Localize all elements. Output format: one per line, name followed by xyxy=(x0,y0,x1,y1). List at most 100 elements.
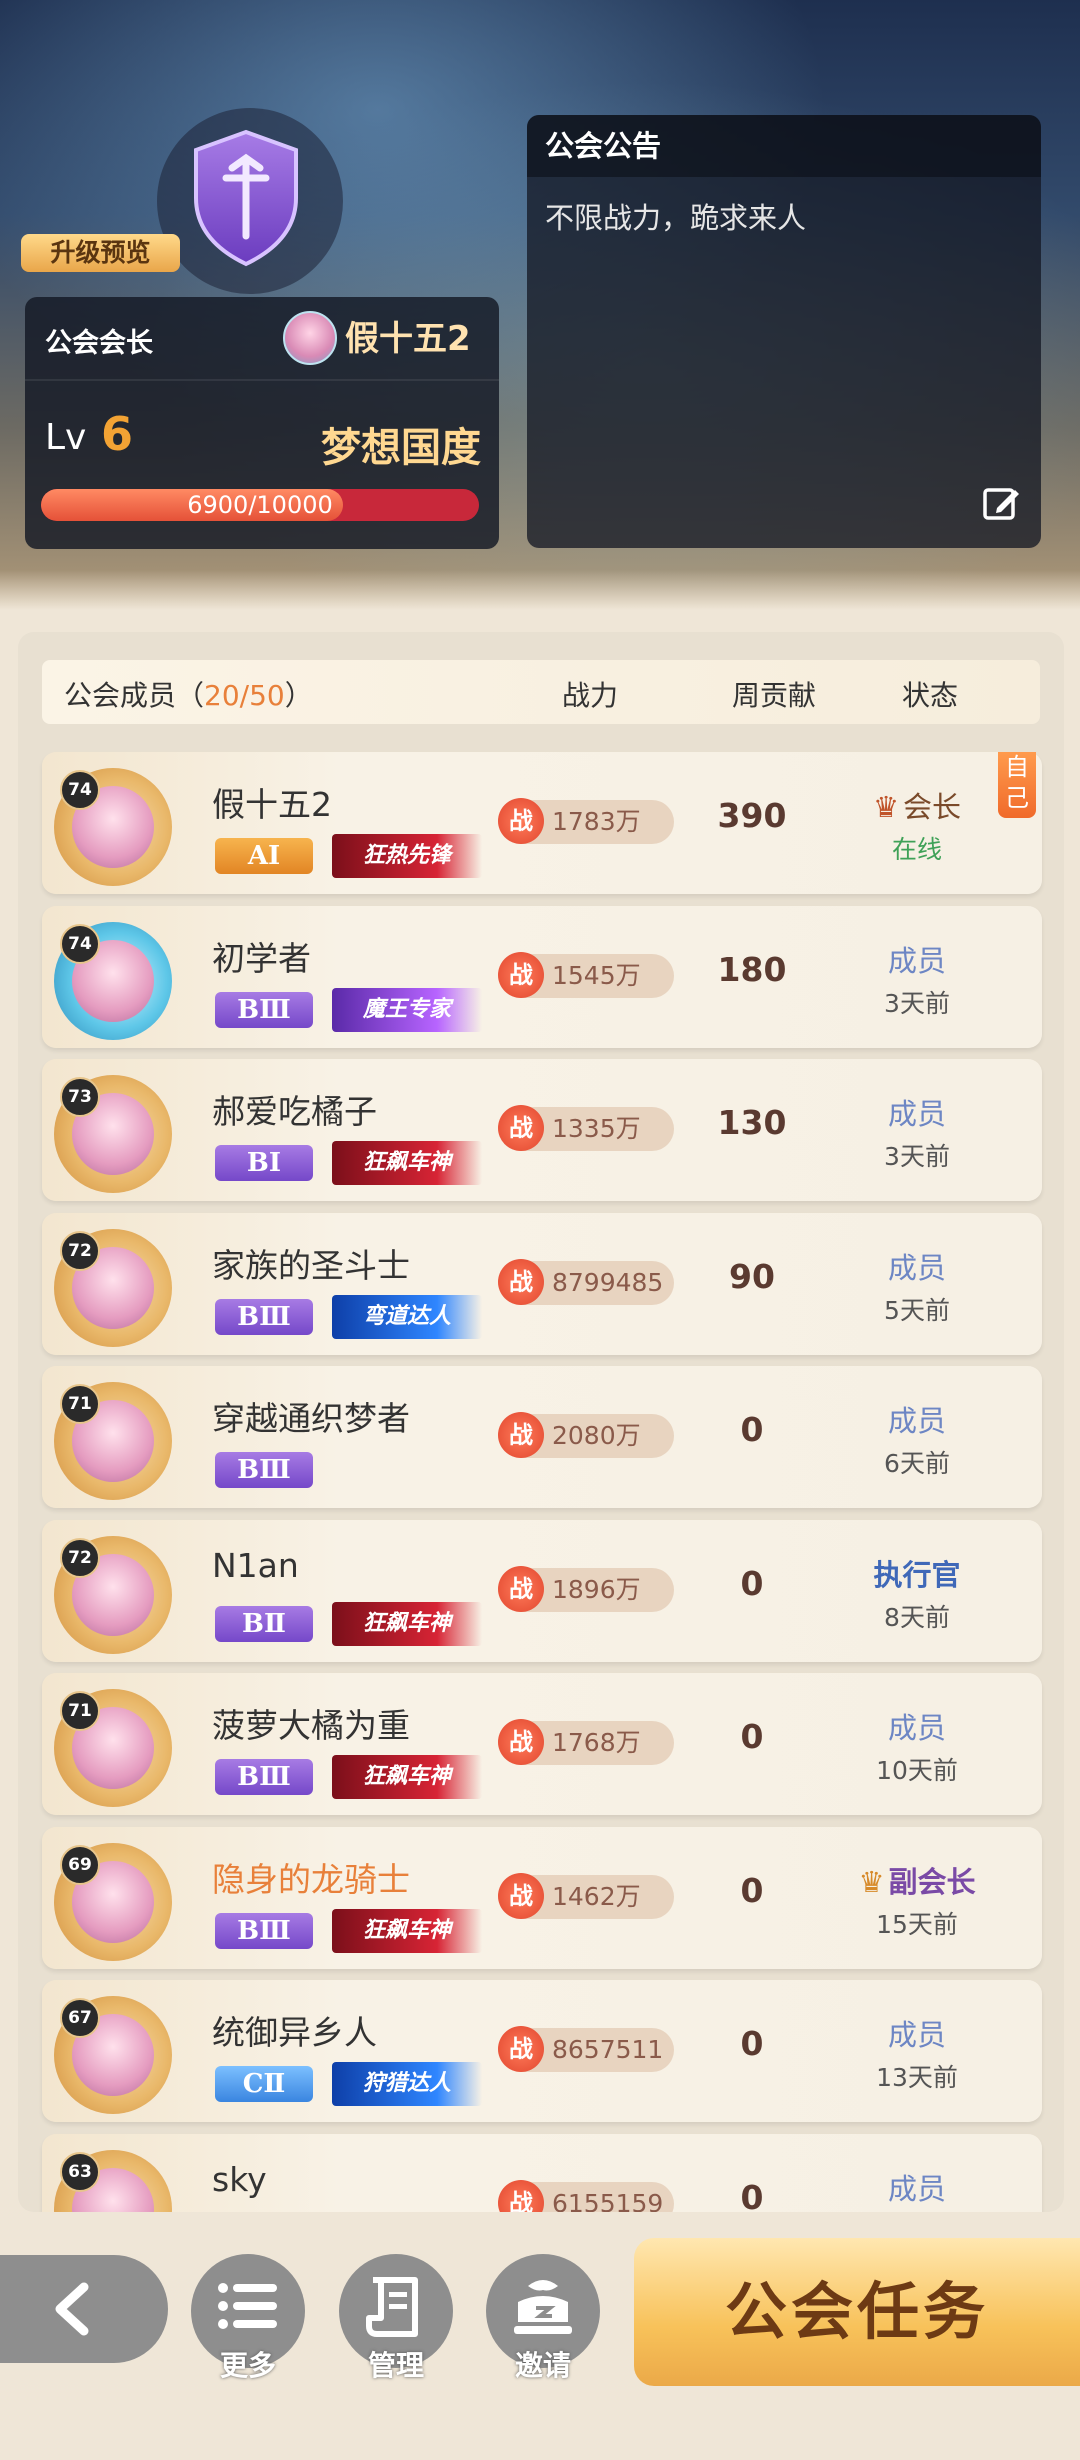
power-icon: 战 xyxy=(498,1412,544,1458)
member-weekly-contribution: 390 xyxy=(717,796,787,835)
power-icon: 战 xyxy=(498,1719,544,1765)
member-row[interactable]: 72 N1an BⅡ 狂飙车神战 1896万 0 执行官 8天前 xyxy=(42,1520,1042,1662)
member-avatar[interactable]: 74 xyxy=(54,922,172,1040)
member-rank-badge: CⅡ xyxy=(215,2066,313,2102)
crown-icon: ♛ xyxy=(872,790,899,824)
member-power-value: 1545万 xyxy=(552,961,641,990)
member-rank-badge: AⅠ xyxy=(215,838,313,874)
member-rank-badge: BⅠ xyxy=(215,1145,313,1181)
member-row[interactable]: 72 家族的圣斗士 BⅢ 弯道达人战 8799485 90 成员 5天前 xyxy=(42,1213,1042,1355)
member-weekly-contribution: 130 xyxy=(717,1103,787,1142)
power-icon: 战 xyxy=(498,1873,544,1919)
member-row[interactable]: 73 郝爱吃橘子 BⅠ 狂飙车神战 1335万 130 成员 3天前 xyxy=(42,1059,1042,1201)
member-avatar[interactable]: 67 xyxy=(54,1996,172,2114)
member-row[interactable]: 67 统御异乡人 CⅡ 狩猎达人战 8657511 0 成员 13天前 xyxy=(42,1980,1042,2122)
member-row[interactable]: 71 菠萝大橘为重 BⅢ 狂飙车神战 1768万 0 成员 10天前 xyxy=(42,1673,1042,1815)
member-row[interactable]: 74 假十五2 AⅠ 狂热先锋战 1783万 390 ♛ 会长 在线 自己 xyxy=(42,752,1042,894)
member-last-online: 15天前 xyxy=(876,1910,958,1939)
member-power-value: 8657511 xyxy=(552,2035,664,2064)
bottom-bar: 更多 管理 邀请 公会任务 xyxy=(0,2212,1080,2460)
member-power: 战 8799485 xyxy=(498,1259,674,1305)
member-rank-badge: BⅢ xyxy=(215,1299,313,1335)
member-power-value: 1335万 xyxy=(552,1114,641,1143)
member-avatar[interactable]: 74 xyxy=(54,768,172,886)
member-avatar[interactable]: 71 xyxy=(54,1689,172,1807)
member-last-online: 5天前 xyxy=(884,1296,950,1325)
back-arrow-icon xyxy=(55,2282,89,2336)
member-role: 成员 xyxy=(842,1398,992,1440)
member-avatar[interactable]: 72 xyxy=(54,1536,172,1654)
member-header-label: 公会成员（20/50） xyxy=(64,679,313,712)
member-weekly-contribution: 0 xyxy=(740,1410,764,1449)
member-role: 执行官 xyxy=(842,1552,992,1594)
member-avatar[interactable]: 63 xyxy=(54,2150,172,2212)
upgrade-preview-button[interactable]: 升级预览 xyxy=(21,234,180,272)
member-role-text: 成员 xyxy=(887,2018,946,2052)
self-tag: 自己 xyxy=(998,752,1036,818)
invite-label: 邀请 xyxy=(514,2349,571,2382)
back-button[interactable] xyxy=(0,2255,168,2363)
member-role: 成员 xyxy=(842,938,992,980)
card-divider xyxy=(25,379,499,381)
member-last-online: 3天前 xyxy=(884,1142,950,1171)
power-icon: 战 xyxy=(498,1259,544,1305)
member-weekly-contribution: 0 xyxy=(740,1871,764,1910)
member-name: sky xyxy=(212,2160,267,2199)
member-power: 战 2080万 xyxy=(498,1412,674,1458)
leader-avatar[interactable] xyxy=(283,311,337,365)
power-icon: 战 xyxy=(498,952,544,998)
member-level-badge: 67 xyxy=(60,1998,100,2038)
member-name: 家族的圣斗士 xyxy=(212,1246,410,1285)
member-row[interactable]: 71 穿越通织梦者 BⅢ 战 2080万 0 成员 6天前 xyxy=(42,1366,1042,1508)
power-icon: 战 xyxy=(498,798,544,844)
column-status: 状态 xyxy=(902,679,959,712)
member-level-badge: 71 xyxy=(60,1691,100,1731)
power-icon: 战 xyxy=(498,2180,544,2212)
member-power: 战 1768万 xyxy=(498,1719,674,1765)
member-row[interactable]: 69 隐身的龙骑士 BⅢ 狂飙车神战 1462万 0 ♛ 副会长 15天前 xyxy=(42,1827,1042,1969)
member-power: 战 1783万 xyxy=(498,798,674,844)
member-weekly-contribution: 0 xyxy=(740,1717,764,1756)
member-avatar[interactable]: 73 xyxy=(54,1075,172,1193)
notice-text: 不限战力，跪求来人 xyxy=(545,201,807,235)
member-avatar[interactable]: 72 xyxy=(54,1229,172,1347)
member-power-value: 1896万 xyxy=(552,1575,641,1604)
member-level-badge: 73 xyxy=(60,1077,100,1117)
member-last-online: 13天前 xyxy=(876,2063,958,2092)
edit-icon[interactable] xyxy=(981,484,1021,524)
more-label: 更多 xyxy=(219,2349,276,2382)
member-avatar[interactable]: 69 xyxy=(54,1843,172,1961)
member-row[interactable]: 63 sky 战 6155159 0 成员 xyxy=(42,2134,1042,2212)
leader-label: 公会会长 xyxy=(45,328,153,359)
member-rank-badge: BⅢ xyxy=(215,1452,313,1488)
member-row[interactable]: 74 初学者 BⅢ 魔王专家战 1545万 180 成员 3天前 xyxy=(42,906,1042,1048)
member-last-online: 3天前 xyxy=(884,989,950,1018)
document-icon xyxy=(366,2277,418,2337)
power-icon: 战 xyxy=(498,2026,544,2072)
leader-name: 假十五2 xyxy=(345,319,471,359)
member-role-text: 成员 xyxy=(887,2172,946,2206)
member-last-online: 在线 xyxy=(891,835,942,864)
member-title-badge: 狂飙车神 xyxy=(332,1755,482,1799)
member-role-text: 成员 xyxy=(887,944,946,978)
member-power-value: 6155159 xyxy=(552,2189,664,2212)
member-weekly-contribution: 180 xyxy=(717,950,787,989)
member-level-badge: 74 xyxy=(60,924,100,964)
guild-name: 梦想国度 xyxy=(321,425,481,471)
member-panel: 公会成员（20/50） 战力 周贡献 状态 74 假十五2 AⅠ 狂热先锋战 1783万… xyxy=(18,632,1064,2212)
member-weekly-contribution: 90 xyxy=(729,1257,775,1296)
member-name: 假十五2 xyxy=(212,785,332,824)
member-name: 郝爱吃橘子 xyxy=(212,1092,377,1131)
member-name: 统御异乡人 xyxy=(212,2013,377,2052)
member-avatar[interactable]: 71 xyxy=(54,1382,172,1500)
member-name: 穿越通织梦者 xyxy=(212,1399,410,1438)
member-role: ♛ 副会长 xyxy=(842,1859,992,1901)
member-list-header: 公会成员（20/50） 战力 周贡献 状态 xyxy=(42,660,1040,724)
member-role: ♛ 会长 xyxy=(842,784,992,826)
column-power: 战力 xyxy=(562,679,619,712)
member-count: 20/50 xyxy=(204,679,285,712)
guild-task-button[interactable]: 公会任务 xyxy=(634,2238,1080,2386)
list-icon xyxy=(218,2283,277,2329)
member-level-badge: 71 xyxy=(60,1384,100,1424)
crown-icon: ♛ xyxy=(858,1865,885,1899)
